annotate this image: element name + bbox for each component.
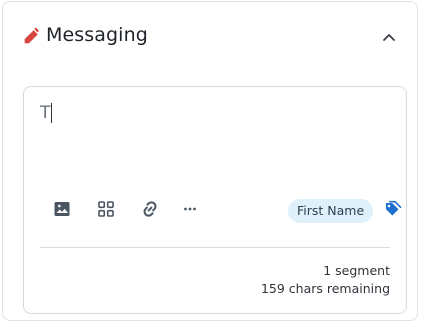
template-button[interactable] <box>94 199 118 223</box>
tag-icon <box>382 199 402 223</box>
messaging-panel: Messaging T First Name 1 segment 159 cha… <box>2 1 418 321</box>
chars-remaining: 159 chars remaining <box>260 281 390 296</box>
message-editor: T First Name 1 segment 159 chars remaini… <box>23 86 407 314</box>
more-icon <box>180 199 200 223</box>
image-icon <box>52 199 72 223</box>
link-icon <box>139 198 161 224</box>
editor-toolbar: First Name <box>46 197 402 225</box>
link-button[interactable] <box>138 199 162 223</box>
tag-button[interactable] <box>380 199 404 223</box>
template-icon <box>96 199 116 223</box>
segment-count: 1 segment <box>323 263 390 278</box>
message-value: T <box>40 103 51 123</box>
text-caret <box>51 103 53 123</box>
pencil-icon <box>21 27 41 47</box>
collapse-button[interactable] <box>377 26 401 50</box>
panel-title: Messaging <box>46 24 148 46</box>
editor-divider <box>40 247 390 248</box>
first-name-chip[interactable]: First Name <box>288 199 374 223</box>
message-meta: 1 segment 159 chars remaining <box>261 262 390 298</box>
panel-header: Messaging <box>3 2 417 74</box>
message-input[interactable]: T <box>40 103 380 173</box>
more-button[interactable] <box>178 199 202 223</box>
image-button[interactable] <box>50 199 74 223</box>
